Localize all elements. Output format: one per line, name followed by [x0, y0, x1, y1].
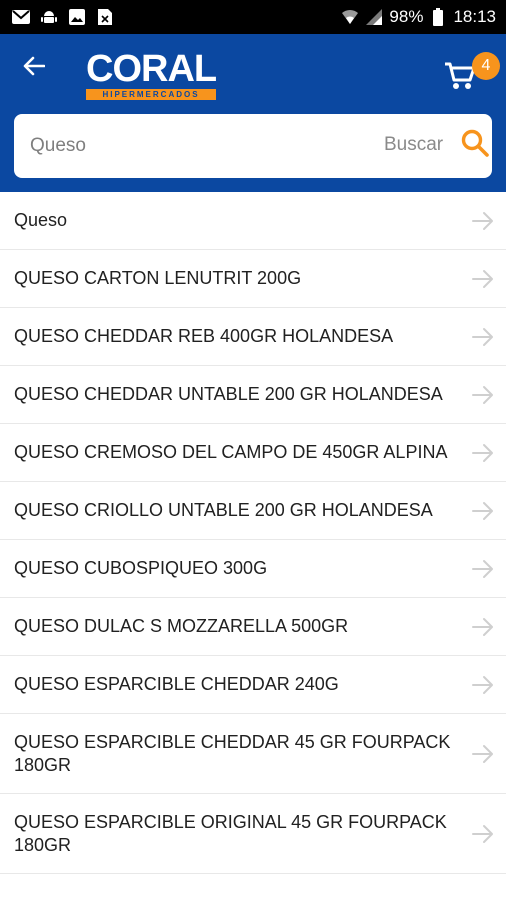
suggestion-item[interactable]: QUESO CUBOSPIQUEO 300G [0, 540, 506, 598]
suggestion-item[interactable]: Queso [0, 192, 506, 250]
suggestion-item[interactable]: QUESO CHEDDAR REB 400GR HOLANDESA [0, 308, 506, 366]
arrow-right-icon [472, 268, 494, 290]
logo-text: CORAL [86, 48, 217, 90]
suggestion-label: QUESO ESPARCIBLE ORIGINAL 45 GR FOURPACK… [14, 811, 447, 855]
suggestion-label: QUESO CHEDDAR UNTABLE 200 GR HOLANDESA [14, 384, 443, 404]
suggestion-label: QUESO CHEDDAR REB 400GR HOLANDESA [14, 326, 394, 346]
suggestion-item[interactable]: QUESO ESPARCIBLE CHEDDAR 240G [0, 656, 506, 714]
arrow-right-icon [472, 210, 494, 232]
wifi-icon [341, 8, 359, 26]
suggestion-label: QUESO CREMOSO DEL CAMPO DE 450GR ALPINA [14, 442, 448, 462]
suggestion-label: QUESO ESPARCIBLE CHEDDAR 45 GR FOURPACK … [14, 731, 451, 775]
file-icon [96, 8, 114, 26]
android-icon [40, 8, 58, 26]
notification-icons [0, 8, 114, 26]
battery-percent: 98% [389, 7, 424, 26]
battery-icon [429, 8, 447, 26]
suggestion-item[interactable]: QUESO ESPARCIBLE ORIGINAL 45 GR FOURPACK… [0, 794, 506, 874]
back-button[interactable] [18, 52, 50, 84]
search-icon [461, 129, 489, 162]
cart-count-badge: 4 [472, 52, 500, 80]
mail-icon [12, 8, 30, 26]
arrow-left-icon [23, 56, 46, 81]
suggestion-label: QUESO CUBOSPIQUEO 300G [14, 558, 268, 578]
search-button[interactable] [458, 128, 492, 162]
suggestion-item[interactable]: QUESO CARTON LENUTRIT 200G [0, 250, 506, 308]
arrow-right-icon [472, 442, 494, 464]
signal-icon [365, 8, 383, 26]
suggestion-label: QUESO CARTON LENUTRIT 200G [14, 268, 302, 288]
suggestion-label: QUESO ESPARCIBLE CHEDDAR 240G [14, 674, 339, 694]
arrow-right-icon [472, 326, 494, 348]
clock: 18:13 [453, 7, 496, 26]
status-bar: 98% 18:13 [0, 0, 506, 34]
suggestion-item[interactable]: QUESO CREMOSO DEL CAMPO DE 450GR ALPINA [0, 424, 506, 482]
logo-subtext: HIPERMERCADOS [86, 89, 216, 100]
arrow-right-icon [472, 616, 494, 638]
coral-logo: CORAL HIPERMERCADOS [86, 48, 226, 100]
search-input[interactable] [30, 126, 330, 166]
suggestion-label: QUESO CRIOLLO UNTABLE 200 GR HOLANDESA [14, 500, 433, 520]
arrow-right-icon [472, 743, 494, 765]
arrow-right-icon [472, 823, 494, 845]
suggestion-item[interactable]: QUESO ESPARCIBLE CHEDDAR 45 GR FOURPACK … [0, 714, 506, 794]
suggestion-label: Queso [14, 210, 68, 230]
arrow-right-icon [472, 384, 494, 406]
app-bar: CORAL HIPERMERCADOS 4 Buscar [0, 34, 506, 192]
arrow-right-icon [472, 674, 494, 696]
suggestion-label: QUESO DULAC S MOZZARELLA 500GR [14, 616, 349, 636]
search-bar: Buscar [14, 114, 492, 178]
image-icon [68, 8, 86, 26]
suggestion-item[interactable]: QUESO CRIOLLO UNTABLE 200 GR HOLANDESA [0, 482, 506, 540]
suggestion-item[interactable]: QUESO DULAC S MOZZARELLA 500GR [0, 598, 506, 656]
suggestion-item[interactable]: QUESO CHEDDAR UNTABLE 200 GR HOLANDESA [0, 366, 506, 424]
arrow-right-icon [472, 500, 494, 522]
search-button-label[interactable]: Buscar [384, 134, 443, 156]
suggestion-list: Queso QUESO CARTON LENUTRIT 200G QUESO C… [0, 192, 506, 874]
arrow-right-icon [472, 558, 494, 580]
